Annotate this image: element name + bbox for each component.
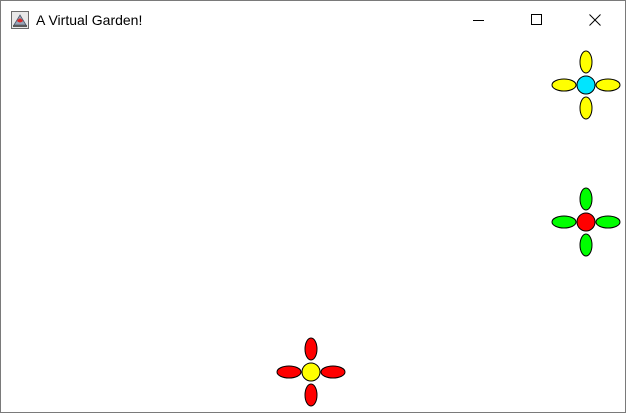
garden-canvas bbox=[1, 39, 625, 412]
java-app-icon bbox=[11, 11, 29, 29]
petal-bottom bbox=[304, 383, 318, 407]
maximize-icon bbox=[531, 14, 542, 25]
petal-bottom bbox=[579, 233, 593, 257]
petal-right bbox=[595, 215, 621, 229]
flower-center bbox=[576, 212, 596, 232]
minimize-button[interactable] bbox=[456, 1, 502, 39]
minimize-icon bbox=[473, 20, 484, 21]
petal-top bbox=[579, 50, 593, 74]
petal-left bbox=[276, 365, 302, 379]
title-bar[interactable]: A Virtual Garden! bbox=[1, 1, 625, 39]
petal-top bbox=[304, 337, 318, 361]
petal-top bbox=[579, 187, 593, 211]
app-window: A Virtual Garden! bbox=[0, 0, 626, 413]
flower bbox=[276, 337, 346, 407]
flower-center bbox=[576, 75, 596, 95]
petal-left bbox=[551, 78, 577, 92]
maximize-button[interactable] bbox=[514, 1, 560, 39]
flower-center bbox=[301, 362, 321, 382]
petal-right bbox=[320, 365, 346, 379]
petal-bottom bbox=[579, 96, 593, 120]
petal-right bbox=[595, 78, 621, 92]
flower bbox=[551, 187, 621, 257]
close-icon bbox=[589, 14, 601, 26]
flower bbox=[551, 50, 621, 120]
petal-left bbox=[551, 215, 577, 229]
window-title: A Virtual Garden! bbox=[36, 12, 143, 28]
close-button[interactable] bbox=[572, 1, 618, 39]
